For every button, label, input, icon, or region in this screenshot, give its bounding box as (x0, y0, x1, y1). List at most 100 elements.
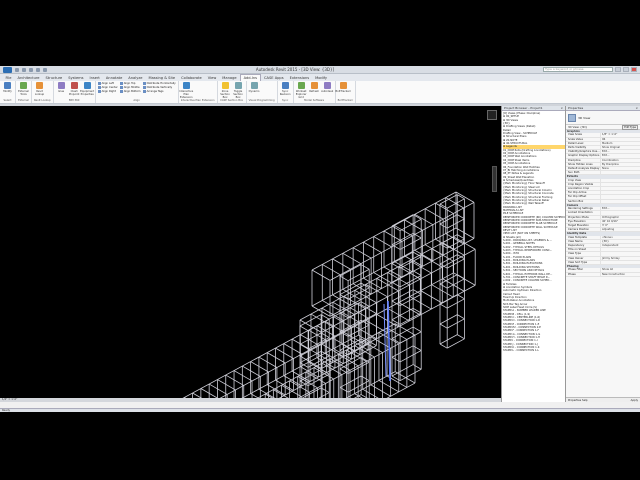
align-left-button[interactable]: Align Left (97, 82, 118, 85)
browser-item[interactable]: STAMP-L - CONNECTION 1-L (503, 349, 565, 352)
revit-lookup-button[interactable]: Revit Lookup (34, 82, 45, 96)
close-icon[interactable]: × (635, 106, 638, 110)
distribute-vertically-button[interactable]: Distribute Vertically (142, 86, 176, 89)
property-value[interactable] (600, 252, 640, 256)
tab-add-ins[interactable]: Add-Ins (240, 74, 261, 81)
property-value[interactable] (600, 211, 640, 215)
external-tools-button[interactable]: External Tools (18, 82, 29, 96)
align-middle-button[interactable]: Align Middle (119, 86, 141, 89)
navigation-bar[interactable] (492, 166, 497, 192)
tab-case-apps[interactable]: CASE Apps (262, 75, 287, 81)
property-value[interactable]: 3' 0" (600, 223, 640, 228)
property-value[interactable]: {3D} (600, 239, 640, 244)
maximize-button[interactable] (622, 67, 629, 72)
property-value[interactable]: None (600, 166, 640, 171)
tab-manage[interactable]: Manage (220, 75, 239, 81)
rebar-line (457, 314, 465, 320)
align-top-button[interactable]: Align Top (119, 82, 141, 85)
property-value[interactable]: Edit... (600, 154, 640, 158)
property-value[interactable]: 1/8" = 1'-0" (600, 133, 640, 137)
open-icon[interactable] (15, 67, 19, 72)
align-bottom-button[interactable]: Align Bottom (119, 90, 141, 93)
apply-button[interactable]: Apply (631, 398, 638, 402)
ribbon-group-revit-lookup: Revit Lookup Revit Lookup (32, 81, 54, 103)
dynamo-button[interactable]: Dynamo (249, 82, 260, 93)
3d-viewport[interactable]: 1/4" = 1'-0" (0, 106, 501, 402)
glue-button[interactable]: Glue (56, 82, 67, 93)
rebar-line (404, 219, 423, 231)
application-menu-button[interactable] (3, 66, 12, 73)
tab-extensions[interactable]: Extensions (287, 75, 312, 81)
tab-insert[interactable]: Insert (87, 75, 102, 81)
tab-architecture[interactable]: Architecture (15, 75, 42, 81)
property-value[interactable] (600, 191, 640, 195)
modify-button[interactable]: Modify (2, 82, 13, 93)
arrange-tags-button[interactable]: Arrange Tags (142, 90, 176, 93)
property-value[interactable] (600, 260, 640, 265)
viewcube[interactable] (487, 110, 497, 120)
main-area: 1/4" = 1'-0" Project Browser - Project1 … (0, 106, 640, 406)
property-value[interactable]: Independent (600, 244, 640, 248)
property-value[interactable] (600, 195, 640, 199)
tab-file[interactable]: File (3, 75, 14, 81)
print-icon[interactable] (43, 67, 47, 72)
zone-section-box-button[interactable]: Zone Section Box (220, 82, 231, 99)
save-icon[interactable] (22, 67, 26, 72)
undo-icon[interactable] (29, 67, 33, 72)
autodesk-icon (323, 82, 331, 89)
toggle-section-box-button[interactable]: Toggle Section Box (233, 82, 244, 99)
tab-systems[interactable]: Systems (66, 75, 86, 81)
workset-explorer-grid-button[interactable]: Workset Explorer Grid (296, 82, 307, 99)
property-value[interactable]: Show Original (600, 145, 640, 150)
property-value[interactable]: Coordination (600, 158, 640, 162)
view-control-bar[interactable]: 1/4" = 1'-0" (0, 398, 501, 402)
autodesk-button[interactable]: Autodesk (321, 82, 333, 93)
property-value[interactable]: Jimmy Smiley (600, 256, 640, 260)
tab-structure[interactable]: Structure (43, 75, 65, 81)
property-value[interactable] (600, 199, 640, 203)
sync-revision-button[interactable]: Sync Revision (280, 82, 291, 96)
search-input[interactable]: Type a keyword or phrase (542, 67, 613, 72)
equipment-properties-button[interactable]: Equipment Properties (80, 82, 94, 96)
property-value[interactable] (600, 182, 640, 187)
property-value[interactable] (600, 171, 640, 175)
property-value[interactable] (600, 187, 640, 191)
property-name: Far Clip Offset (568, 195, 587, 199)
close-button[interactable] (630, 67, 637, 72)
bolttrackerr-button[interactable]: BoltTrackerr (335, 82, 351, 93)
tab-annotate[interactable]: Annotate (103, 75, 124, 81)
edit-type-button[interactable]: Edit Type (622, 124, 638, 130)
redo-icon[interactable] (36, 67, 40, 72)
align-right-button[interactable]: Align Right (97, 90, 118, 93)
type-selector[interactable]: 3D View (566, 111, 640, 125)
align-center-button[interactable]: Align Center (97, 86, 118, 89)
properties-help-link[interactable]: Properties help (568, 398, 588, 402)
clash-pinpoint-button[interactable]: Clash Pinpoint (69, 82, 80, 96)
property-name: Eye Elevation (568, 219, 586, 223)
distribute-horizontally-button[interactable]: Distribute Horizontally (142, 82, 176, 85)
property-value[interactable]: New Construction (600, 272, 640, 276)
tab-collaborate[interactable]: Collaborate (179, 75, 205, 81)
close-icon[interactable]: × (560, 106, 563, 110)
minimize-button[interactable] (614, 67, 621, 72)
tab-view[interactable]: View (205, 75, 219, 81)
property-value[interactable]: <None> (600, 235, 640, 239)
property-value[interactable] (600, 248, 640, 252)
property-value[interactable]: Edit... (600, 207, 640, 211)
property-value[interactable]: By Discipline (600, 162, 640, 166)
property-value[interactable]: 40' 10 9/16" (600, 219, 640, 223)
property-value[interactable]: Show All (600, 268, 640, 272)
property-value[interactable]: Orthographic (600, 215, 640, 219)
property-value[interactable]: Medium (600, 141, 640, 145)
refresh-button[interactable]: Refresh (309, 82, 320, 93)
property-value[interactable]: 96 (600, 137, 640, 141)
tab-analyze[interactable]: Analyze (126, 75, 145, 81)
property-value[interactable]: Adjusting (600, 228, 640, 232)
property-value[interactable] (600, 178, 640, 182)
ribbon-group-sync: Sync Revision Sync (278, 81, 294, 103)
tab-modify[interactable]: Modify (313, 75, 330, 81)
rebar-line (373, 236, 392, 248)
interactive-plan-extension-button[interactable]: Interactive Plan Extension (179, 82, 193, 99)
property-value[interactable]: Edit... (600, 150, 640, 154)
tab-massing-site[interactable]: Massing & Site (146, 75, 178, 81)
